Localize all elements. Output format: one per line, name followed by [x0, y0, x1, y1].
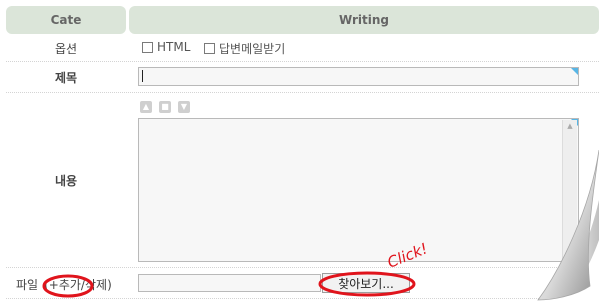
- options-label: 옵션: [54, 42, 78, 56]
- html-option[interactable]: HTML: [142, 40, 190, 54]
- delete-file-link[interactable]: 삭제: [85, 276, 107, 293]
- field-corner-marker: [571, 68, 578, 75]
- title-label: 제목: [54, 71, 78, 85]
- text-caret: [142, 70, 143, 82]
- column-header-cate: Cate: [6, 6, 126, 34]
- reply-email-checkbox[interactable]: [204, 43, 215, 54]
- row-divider: [6, 298, 599, 299]
- write-form: Cate Writing 옵션 HTML 답변메일받기 제목 ▲ ■ ▼ 내용 …: [0, 0, 599, 307]
- add-file-link[interactable]: +추가: [49, 276, 81, 293]
- content-scrollbar[interactable]: ▲ ▼: [562, 120, 577, 260]
- file-close-paren: ): [107, 277, 112, 292]
- html-checkbox-label: HTML: [157, 40, 191, 54]
- html-checkbox[interactable]: [142, 41, 153, 53]
- content-textarea[interactable]: ▲ ▼: [138, 118, 579, 262]
- file-path-input[interactable]: [138, 274, 321, 292]
- title-input[interactable]: [138, 67, 579, 86]
- file-label-group: 파일 ( +추가 / 삭제 ): [16, 276, 112, 293]
- row-divider: [6, 61, 599, 62]
- scroll-down-arrow-icon[interactable]: ▼: [563, 248, 577, 260]
- content-label: 내용: [54, 174, 78, 188]
- reply-email-option[interactable]: 답변메일받기: [204, 40, 285, 57]
- row-divider: [6, 92, 599, 93]
- column-header-writing: Writing: [129, 6, 599, 34]
- reply-email-checkbox-label: 답변메일받기: [219, 42, 286, 56]
- file-label: 파일: [16, 278, 39, 292]
- scroll-up-arrow-icon[interactable]: ▲: [563, 120, 577, 132]
- move-down-icon[interactable]: ▼: [178, 101, 190, 113]
- move-up-icon[interactable]: ▲: [140, 101, 152, 113]
- reset-size-icon[interactable]: ■: [159, 101, 171, 113]
- browse-button[interactable]: 찾아보기...: [322, 273, 410, 293]
- row-divider: [6, 267, 599, 268]
